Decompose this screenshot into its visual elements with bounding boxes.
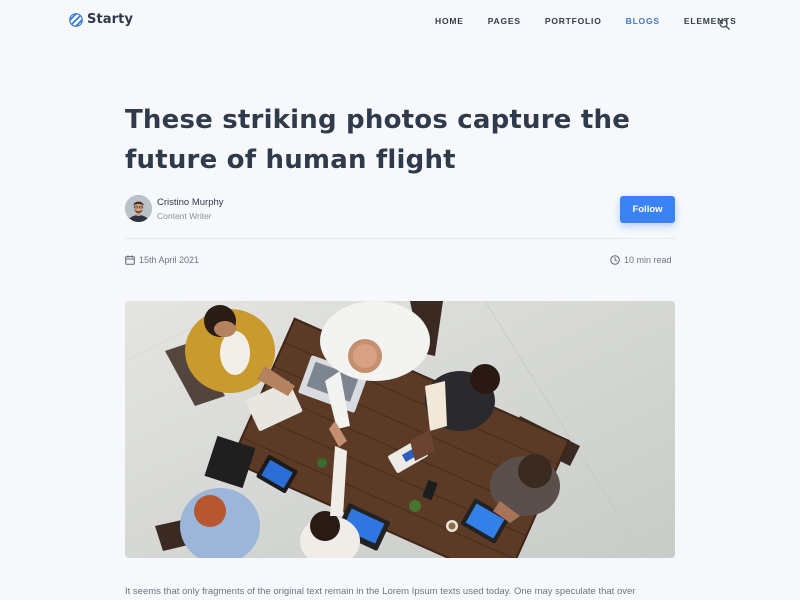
article-title-line-1: These striking photos capture the xyxy=(125,105,631,135)
follow-button[interactable]: Follow xyxy=(620,196,675,223)
author-info: Cristino Murphy Content Writer xyxy=(157,196,224,221)
main-menu: HOME PAGES PORTFOLIO BLOGS ELEMENTS xyxy=(435,16,761,26)
avatar[interactable] xyxy=(125,195,152,222)
striped-circle-logo-icon xyxy=(69,12,83,27)
read-time-text: 10 min read xyxy=(624,255,672,265)
nav-pages[interactable]: PAGES xyxy=(488,16,521,26)
search-icon[interactable] xyxy=(719,15,731,30)
brand-name: Starty xyxy=(87,12,134,27)
article-body-excerpt: It seems that only fragments of the orig… xyxy=(125,586,636,597)
calendar-icon xyxy=(125,255,135,265)
article-title-line-2: future of human flight xyxy=(125,145,456,175)
nav-portfolio[interactable]: PORTFOLIO xyxy=(545,16,602,26)
author-block: Cristino Murphy Content Writer xyxy=(125,195,224,222)
publish-date-text: 15th April 2021 xyxy=(139,255,200,265)
top-navbar: Starty HOME PAGES PORTFOLIO BLOGS ELEMEN… xyxy=(0,0,800,42)
article-title: These striking photos capture the future… xyxy=(125,100,685,180)
divider xyxy=(125,238,675,239)
read-time: 10 min read xyxy=(610,255,672,265)
publish-date: 15th April 2021 xyxy=(125,255,199,265)
brand-logo[interactable]: Starty xyxy=(69,12,133,27)
author-name[interactable]: Cristino Murphy xyxy=(157,196,224,209)
author-role: Content Writer xyxy=(157,211,212,221)
nav-blogs[interactable]: BLOGS xyxy=(626,16,660,26)
hero-image xyxy=(125,301,675,558)
clock-icon xyxy=(610,255,620,265)
nav-home[interactable]: HOME xyxy=(435,16,464,26)
